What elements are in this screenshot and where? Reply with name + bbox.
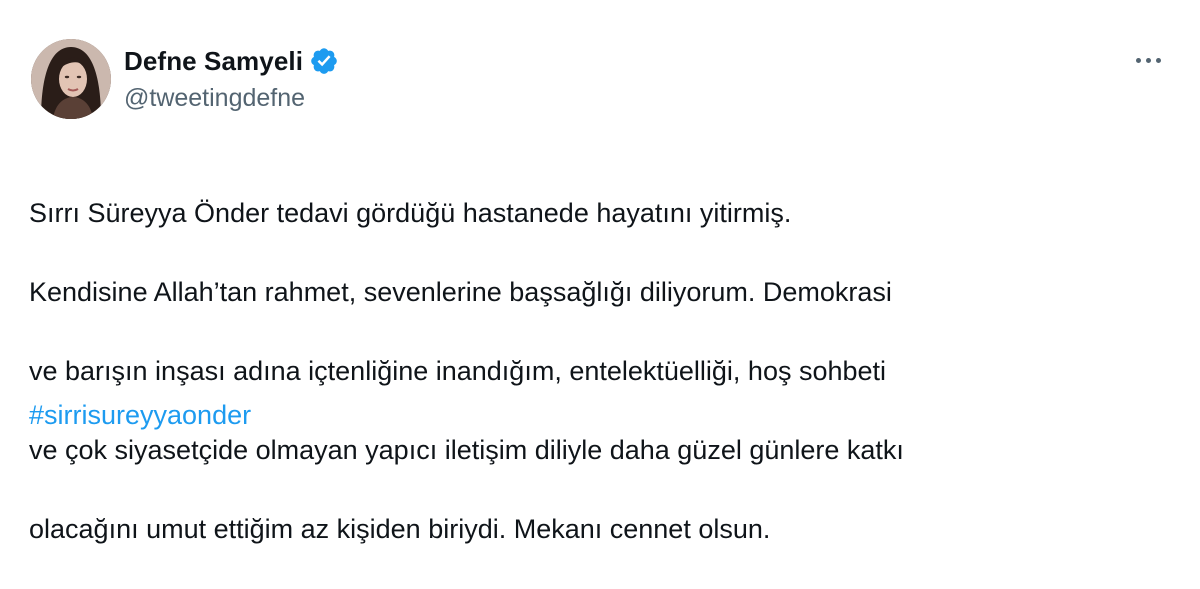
profile-photo — [31, 39, 111, 119]
tweet-text-line: olacağını umut ettiğim az kişiden biriyd… — [29, 513, 771, 544]
dot — [1135, 57, 1141, 63]
hashtag-link[interactable]: #sirrisureyyaonder — [29, 397, 251, 433]
tweet-text-line: Kendisine Allah’tan rahmet, sevenlerine … — [29, 276, 892, 307]
avatar[interactable] — [31, 39, 111, 119]
dot — [1145, 57, 1151, 63]
author-handle[interactable]: @tweetingdefne — [124, 84, 305, 113]
verified-badge-icon[interactable] — [309, 46, 339, 76]
author-name-row: Defne Samyeli — [124, 44, 339, 78]
more-options-icon[interactable] — [1130, 48, 1166, 72]
tweet-text-line: Sırrı Süreyya Önder tedavi gördüğü hasta… — [29, 197, 792, 228]
dot — [1155, 57, 1161, 63]
author-display-name[interactable]: Defne Samyeli — [124, 46, 303, 77]
tweet-text-line: ve barışın inşası adına içtenliğine inan… — [29, 355, 887, 386]
tweet-text-line: ve çok siyasetçide olmayan yapıcı iletiş… — [29, 434, 904, 465]
tweet-card: Defne Samyeli @tweetingdefne Sırrı Sürey… — [0, 0, 1200, 544]
tweet-text: Sırrı Süreyya Önder tedavi gördüğü hasta… — [29, 154, 1179, 589]
